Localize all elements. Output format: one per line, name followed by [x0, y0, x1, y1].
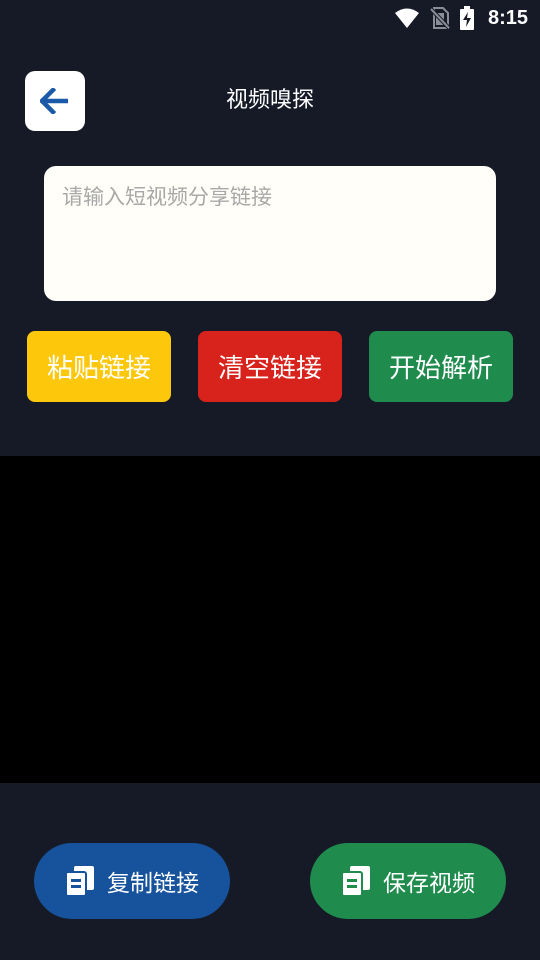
copy-link-button[interactable]: 复制链接: [34, 843, 230, 919]
save-video-label: 保存视频: [383, 871, 475, 897]
status-time: 8:15: [487, 6, 528, 29]
video-preview-area[interactable]: [0, 456, 540, 783]
clear-link-button[interactable]: 清空链接: [198, 331, 342, 402]
copy-link-label: 复制链接: [107, 871, 199, 897]
paste-link-button[interactable]: 粘贴链接: [27, 331, 171, 402]
battery-charging-icon: [459, 6, 474, 30]
app-screen: 8:15 视频嗅探 粘贴链接 清空链接 开始解析 复制链接 保存视: [0, 0, 540, 960]
start-parse-button[interactable]: 开始解析: [369, 331, 513, 402]
copy-document-icon: [341, 866, 370, 897]
copy-document-icon: [65, 866, 94, 897]
save-video-button[interactable]: 保存视频: [310, 843, 506, 919]
status-bar: 8:15: [0, 0, 540, 36]
wifi-icon: [394, 8, 419, 28]
page-title: 视频嗅探: [225, 88, 314, 113]
no-sim-icon: [429, 7, 450, 29]
share-link-input[interactable]: [44, 166, 496, 301]
